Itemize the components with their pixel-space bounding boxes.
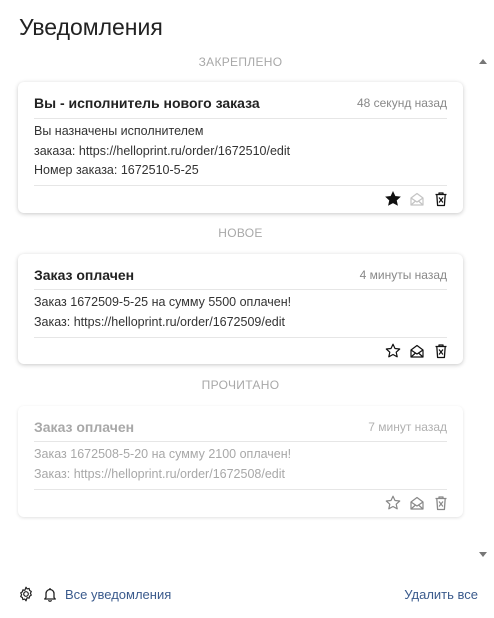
star-icon[interactable] [385,495,401,511]
all-notifications-link[interactable]: Все уведомления [65,587,171,602]
notification-line: Вы назначены исполнителем [34,124,204,138]
divider [34,289,447,290]
notification-card[interactable]: Заказ оплачен 7 минут назад Заказ 167250… [18,406,463,517]
scroll-down-arrow-icon[interactable] [479,552,487,557]
notification-time: 48 секунд назад [356,96,447,110]
footer: Все уведомления Удалить все [0,582,494,606]
section-label-read: ПРОЧИТАНО [201,378,280,392]
notification-line: Заказ 1672509-5-25 на сумму 5500 оплачен… [34,295,292,309]
notification-time: 7 минут назад [368,420,447,434]
gear-icon[interactable] [18,586,34,602]
notification-line: Заказ: https://helloprint.ru/order/16725… [34,314,285,329]
page-title: Уведомления [19,14,163,40]
notification-line: заказа: https://helloprint.ru/order/1672… [34,143,291,158]
section-label-pinned: ЗАКРЕПЛЕНО [198,55,283,69]
notification-card[interactable]: Вы - исполнитель нового заказа 48 секунд… [18,82,463,213]
notification-body: Заказ 1672508-5-20 на сумму 2100 оплачен… [34,445,447,484]
notification-line: Заказ: https://helloprint.ru/order/16725… [34,466,285,481]
trash-icon[interactable] [433,191,449,207]
notification-time: 4 минуты назад [359,268,447,282]
divider [34,441,447,442]
notification-title: Заказ оплачен [34,267,135,283]
divider [34,489,447,490]
star-icon[interactable] [385,191,401,207]
notification-line: Номер заказа: 1672510-5-25 [34,163,199,177]
envelope-open-icon[interactable] [409,495,425,511]
trash-icon[interactable] [433,343,449,359]
bell-icon[interactable] [42,586,58,602]
notification-line: Заказ 1672508-5-20 на сумму 2100 оплачен… [34,447,292,461]
trash-icon[interactable] [433,495,449,511]
delete-all-link[interactable]: Удалить все [404,587,478,602]
envelope-open-icon[interactable] [409,343,425,359]
divider [34,337,447,338]
scroll-up-arrow-icon[interactable] [479,59,487,64]
divider [34,118,447,119]
divider [34,185,447,186]
section-label-new: НОВОЕ [218,226,263,240]
notification-body: Вы назначены исполнителем заказа: https:… [34,122,447,181]
notification-body: Заказ 1672509-5-25 на сумму 5500 оплачен… [34,293,447,332]
notification-title: Заказ оплачен [34,419,135,435]
notification-card[interactable]: Заказ оплачен 4 минуты назад Заказ 16725… [18,254,463,364]
envelope-open-icon[interactable] [409,191,425,207]
notification-title: Вы - исполнитель нового заказа [34,95,260,111]
star-icon[interactable] [385,343,401,359]
